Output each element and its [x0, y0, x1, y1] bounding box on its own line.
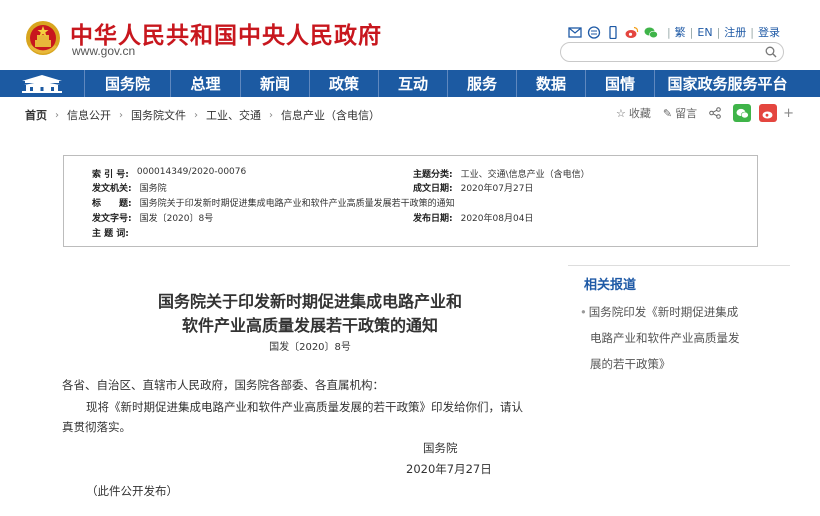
nav-national-info[interactable]: 国情 [586, 70, 655, 97]
chevron-right-icon: › [269, 109, 273, 121]
article-title-line-1: 国务院关于印发新时期促进集成电路产业和 [157, 292, 462, 311]
chevron-right-icon: › [55, 109, 59, 121]
related-item[interactable]: • 国务院印发《新时期促进集成 电路产业和软件产业高质量发 展的若干政策》 [580, 299, 770, 377]
separator: | [716, 25, 721, 39]
related-divider [568, 265, 790, 266]
nav-gov-service-platform[interactable]: 国家政务服务平台 [655, 70, 800, 97]
written-date-label: 成文日期: [413, 184, 453, 194]
nav-state-council[interactable]: 国务院 [85, 70, 171, 97]
share-icon[interactable] [709, 107, 721, 119]
title-label: 标 题: [92, 199, 132, 209]
traditional-chinese-link[interactable]: 繁 [675, 24, 686, 40]
breadcrumb-state-council-docs[interactable]: 国务院文件 [131, 107, 186, 123]
issuer-label: 发文机关: [92, 184, 132, 194]
publish-date-value: 2020年08月04日 [460, 214, 534, 224]
index-no-value: 000014349/2020-00076 [136, 167, 247, 177]
site-url[interactable]: www.gov.cn [72, 44, 135, 58]
favorite-link[interactable]: 收藏 [629, 105, 651, 121]
separator: | [689, 25, 694, 39]
nav-policy[interactable]: 政策 [310, 70, 379, 97]
star-icon[interactable]: ☆ [616, 107, 626, 120]
publish-date-label: 发布日期: [413, 214, 453, 224]
comment-link[interactable]: 留言 [675, 105, 697, 121]
chevron-right-icon: › [119, 109, 123, 121]
separator: | [750, 25, 754, 39]
nav-data[interactable]: 数据 [517, 70, 586, 97]
breadcrumb-home[interactable]: 首页 [25, 107, 47, 123]
weibo-share-icon[interactable] [759, 104, 778, 122]
related-heading: 相关报道 [584, 278, 637, 293]
main-nav: 国务院 总理 新闻 政策 互动 服务 数据 国情 国家政务服务平台 [0, 70, 820, 97]
bullet-icon: • [580, 305, 587, 319]
chevron-right-icon: › [194, 109, 198, 121]
article-body-line-2: 真贯彻落实。 [62, 420, 131, 434]
more-share-icon[interactable]: + [783, 106, 794, 121]
article-doc-no: 国发〔2020〕8号 [269, 342, 351, 353]
doc-no-label: 发文字号: [92, 214, 132, 224]
article-publicity-note: （此件公开发布） [86, 484, 178, 498]
issuer-value: 国务院 [139, 184, 167, 194]
related-item-line-3[interactable]: 展的若干政策》 [580, 351, 770, 377]
topic-value: 工业、交通\信息产业（含电信） [460, 170, 590, 180]
article-body-line-1: 现将《新时期促进集成电路产业和软件产业高质量发展的若干政策》印发给你们，请认 [86, 400, 523, 414]
nav-services[interactable]: 服务 [448, 70, 517, 97]
wechat-icon[interactable] [644, 26, 658, 39]
keywords-label: 主 题 词: [92, 229, 129, 239]
nav-interaction[interactable]: 互动 [379, 70, 448, 97]
topic-label: 主题分类: [413, 170, 453, 180]
register-link[interactable]: 注册 [724, 24, 746, 40]
search-icon[interactable] [765, 46, 777, 58]
article-sign-date: 2020年7月27日 [406, 462, 492, 476]
written-date-value: 2020年07月27日 [460, 184, 534, 194]
mail-icon[interactable] [568, 26, 582, 39]
separator: | [666, 25, 671, 39]
related-item-line-2[interactable]: 电路产业和软件产业高质量发 [580, 325, 770, 351]
mobile-icon[interactable] [606, 25, 620, 39]
pencil-icon[interactable]: ✎ [663, 107, 672, 120]
tiananmen-icon [22, 74, 62, 93]
share-bar: ☆ 收藏 ✎ 留言 + [616, 104, 794, 122]
message-icon[interactable] [587, 25, 601, 39]
site-header: 中华人民共和国中央人民政府 www.gov.cn | 繁 | EN | 注册 |… [0, 0, 820, 70]
search-input[interactable] [560, 42, 784, 62]
top-links: | 繁 | EN | 注册 | 登录 [568, 24, 780, 40]
nav-news[interactable]: 新闻 [241, 70, 310, 97]
weibo-icon[interactable] [625, 26, 639, 39]
doc-no-value: 国发〔2020〕8号 [139, 214, 214, 224]
document-meta-box: 索 引 号: 000014349/2020-00076 主题分类: 工业、交通\… [63, 155, 758, 247]
breadcrumb-industry-transport[interactable]: 工业、交通 [206, 107, 261, 123]
english-link[interactable]: EN [697, 26, 712, 39]
wechat-share-icon[interactable] [733, 104, 752, 122]
nav-premier[interactable]: 总理 [171, 70, 241, 97]
breadcrumb: 首页 › 信息公开 › 国务院文件 › 工业、交通 › 信息产业（含电信） [25, 107, 380, 123]
national-emblem-icon[interactable] [24, 18, 62, 58]
login-link[interactable]: 登录 [758, 24, 780, 40]
index-no-label: 索 引 号: [92, 170, 129, 180]
related-item-line-1[interactable]: 国务院印发《新时期促进集成 [589, 305, 739, 319]
title-value: 国务院关于印发新时期促进集成电路产业和软件产业高质量发展若干政策的通知 [139, 199, 455, 209]
article-title-line-2: 软件产业高质量发展若干政策的通知 [181, 316, 438, 335]
breadcrumb-info-industry[interactable]: 信息产业（含电信） [281, 107, 380, 123]
breadcrumb-info-disclosure[interactable]: 信息公开 [67, 107, 111, 123]
article-salutation: 各省、自治区、直辖市人民政府，国务院各部委、各直属机构： [62, 378, 384, 392]
nav-home[interactable] [0, 70, 85, 97]
article-signer: 国务院 [423, 441, 458, 455]
